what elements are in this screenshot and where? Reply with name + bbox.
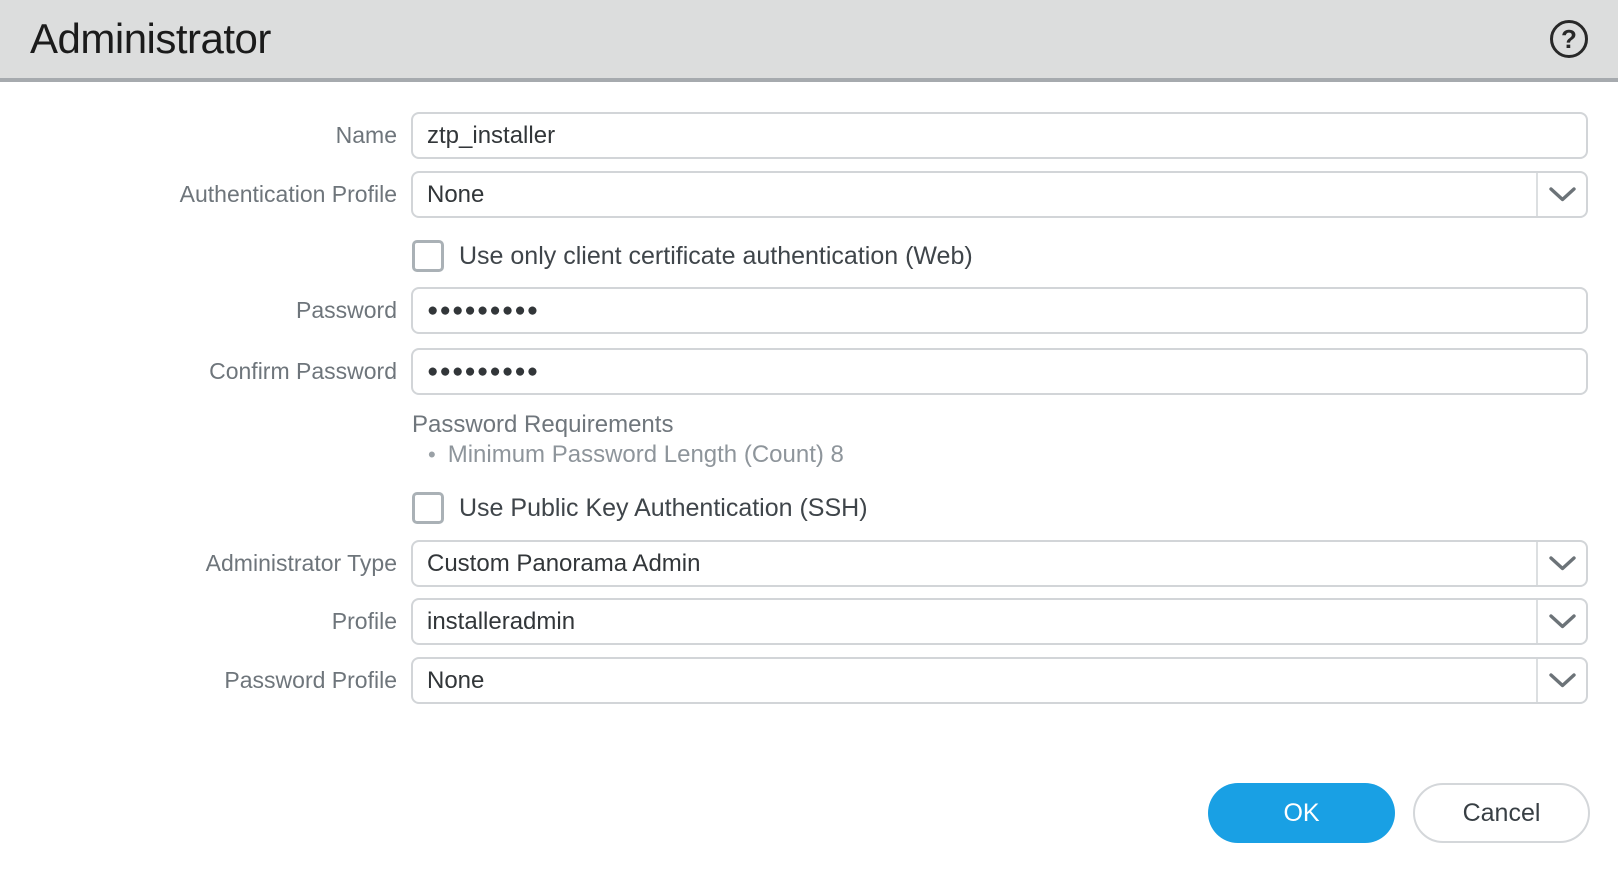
help-icon[interactable]: ? — [1550, 20, 1588, 58]
password-row: Password — [0, 287, 1618, 334]
name-input[interactable] — [411, 112, 1588, 159]
authentication-profile-label: Authentication Profile — [0, 181, 397, 208]
client-cert-checkbox[interactable] — [412, 240, 444, 272]
password-profile-value: None — [427, 667, 484, 695]
public-key-label: Use Public Key Authentication (SSH) — [459, 494, 868, 523]
authentication-profile-value: None — [427, 181, 484, 209]
chevron-down-icon[interactable] — [1536, 600, 1586, 643]
password-requirement-text: Minimum Password Length (Count) 8 — [448, 443, 844, 467]
profile-select[interactable]: installeradmin — [411, 598, 1588, 645]
confirm-password-row: Confirm Password — [0, 348, 1618, 395]
password-requirements-title: Password Requirements — [412, 413, 1618, 437]
authentication-profile-select[interactable]: None — [411, 171, 1588, 218]
password-profile-select[interactable]: None — [411, 657, 1588, 704]
password-requirement-item: • Minimum Password Length (Count) 8 — [428, 443, 1618, 467]
chevron-down-icon[interactable] — [1536, 173, 1586, 216]
dialog-title: Administrator — [30, 15, 271, 63]
confirm-password-label: Confirm Password — [0, 358, 397, 385]
authentication-profile-row: Authentication Profile None — [0, 171, 1618, 218]
dialog-footer: OK Cancel — [0, 783, 1590, 843]
dialog-header: Administrator ? — [0, 0, 1618, 82]
profile-value: installeradmin — [427, 608, 575, 636]
cancel-button[interactable]: Cancel — [1413, 783, 1590, 843]
chevron-down-icon[interactable] — [1536, 659, 1586, 702]
name-row: Name — [0, 112, 1618, 159]
chevron-down-icon[interactable] — [1536, 542, 1586, 585]
administrator-type-value: Custom Panorama Admin — [427, 550, 700, 578]
profile-label: Profile — [0, 608, 397, 635]
profile-row: Profile installeradmin — [0, 598, 1618, 645]
name-label: Name — [0, 122, 397, 149]
administrator-type-row: Administrator Type Custom Panorama Admin — [0, 540, 1618, 587]
password-input[interactable] — [411, 287, 1588, 334]
confirm-password-input[interactable] — [411, 348, 1588, 395]
ok-button[interactable]: OK — [1208, 783, 1395, 843]
public-key-checkbox[interactable] — [412, 492, 444, 524]
administrator-form: Name Authentication Profile None Use onl… — [0, 82, 1618, 843]
administrator-type-label: Administrator Type — [0, 550, 397, 577]
password-profile-row: Password Profile None — [0, 657, 1618, 704]
password-profile-label: Password Profile — [0, 667, 397, 694]
client-cert-row: Use only client certificate authenticati… — [412, 240, 1618, 272]
bullet-icon: • — [428, 443, 436, 467]
password-label: Password — [0, 297, 397, 324]
administrator-type-select[interactable]: Custom Panorama Admin — [411, 540, 1588, 587]
public-key-row: Use Public Key Authentication (SSH) — [412, 492, 1618, 524]
client-cert-label: Use only client certificate authenticati… — [459, 242, 973, 271]
